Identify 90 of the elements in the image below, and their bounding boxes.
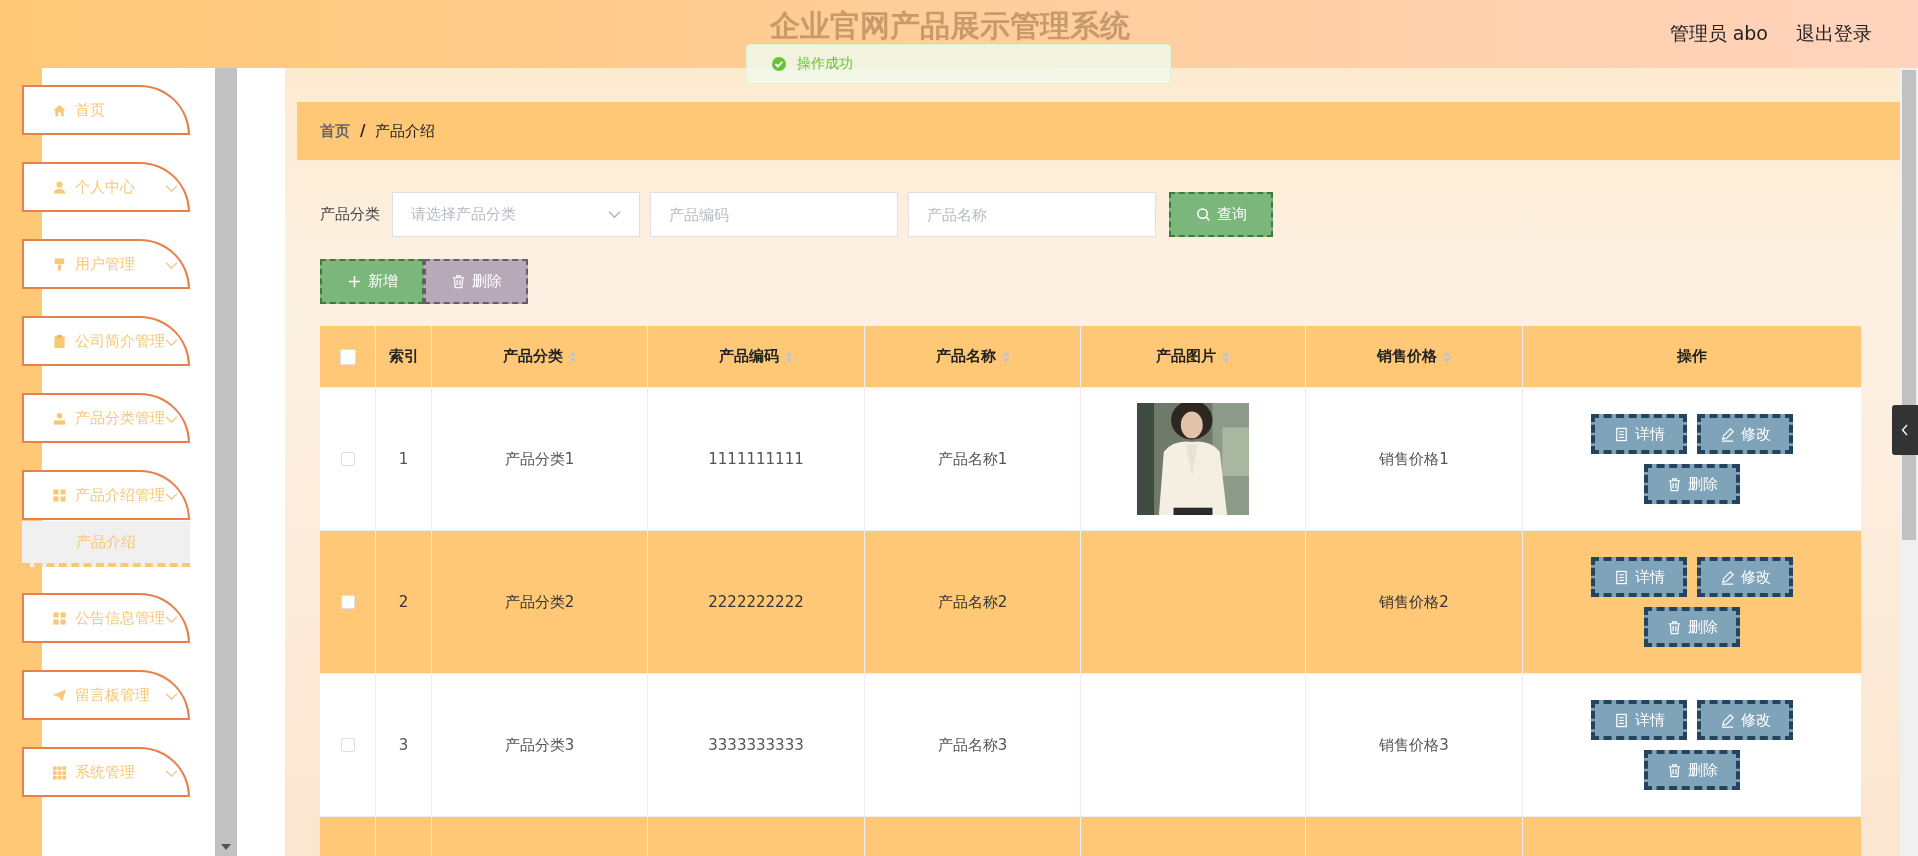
table-cell: 销售价格2 <box>1379 592 1449 612</box>
code-field[interactable]: 产品编码 <box>650 192 898 237</box>
trash-icon <box>1666 619 1682 635</box>
user-icon <box>52 179 67 195</box>
breadcrumb-separator: / <box>360 122 366 140</box>
menu-item[interactable]: 产品分类管理 <box>22 393 190 443</box>
menu-item[interactable]: 公告信息管理 <box>22 593 190 643</box>
trash-icon <box>1666 762 1682 778</box>
sort-icon[interactable] <box>1443 350 1451 363</box>
category-select[interactable]: 请选择产品分类 <box>392 192 640 237</box>
table-cell: 产品分类3 <box>504 735 575 755</box>
menu-item[interactable]: 系统管理 <box>22 747 190 797</box>
menu-item[interactable]: 用户管理 <box>22 239 190 289</box>
column-header: 操作 <box>1677 347 1707 366</box>
sort-icon[interactable] <box>568 350 577 363</box>
column-header: 产品编码 <box>719 347 779 366</box>
toast-message: 操作成功 <box>797 55 853 73</box>
filter-label: 产品分类 <box>320 205 380 224</box>
grid-icon <box>52 610 67 626</box>
table-cell: 产品分类1 <box>504 449 575 469</box>
column-header: 产品图片 <box>1156 347 1216 366</box>
plus-icon <box>346 274 362 289</box>
column-header: 销售价格 <box>1377 347 1437 366</box>
person-icon <box>52 410 67 426</box>
clipboard-icon <box>52 333 67 349</box>
home-icon <box>52 102 67 118</box>
breadcrumb-link[interactable]: 首页 <box>320 121 350 141</box>
delete-button[interactable]: 删除 <box>1644 464 1740 504</box>
scroll-down-icon[interactable] <box>221 844 231 850</box>
pencil-icon <box>1719 569 1735 585</box>
table-cell: 产品名称1 <box>937 449 1008 469</box>
chevron-left-icon <box>1901 424 1909 436</box>
table-cell: 3333333333 <box>708 736 804 754</box>
document-icon <box>1613 569 1629 585</box>
table-cell: 产品名称3 <box>937 735 1008 755</box>
menu-item[interactable]: 留言板管理 <box>22 670 190 720</box>
scrollbar[interactable] <box>215 68 237 856</box>
pencil-icon <box>1719 712 1735 728</box>
details-button[interactable]: 详情 <box>1591 700 1687 740</box>
table-cell: 销售价格1 <box>1379 449 1449 469</box>
menu-item[interactable]: 个人中心 <box>22 162 190 212</box>
name-field[interactable]: 产品名称 <box>908 192 1156 237</box>
row-checkbox[interactable] <box>340 452 355 466</box>
row-checkbox[interactable] <box>340 595 355 609</box>
edit-button[interactable]: 修改 <box>1697 414 1793 454</box>
breadcrumb-link[interactable]: 产品介绍 <box>375 121 436 141</box>
document-icon <box>1613 712 1629 728</box>
table-cell: 2 <box>398 593 409 611</box>
table-cell: 1 <box>398 450 409 468</box>
table-cell: 2222222222 <box>708 593 804 611</box>
details-button[interactable]: 详情 <box>1591 414 1687 454</box>
menu-item[interactable]: 产品介绍管理 <box>22 470 190 520</box>
submenu-item[interactable]: 产品介绍 <box>22 521 190 567</box>
table-cell: 1111111111 <box>708 450 804 468</box>
delete-button[interactable]: 删除 <box>1644 607 1740 647</box>
details-button[interactable]: 详情 <box>1591 557 1687 597</box>
grid-icon <box>52 764 67 780</box>
menu-item[interactable]: 公司简介管理 <box>22 316 190 366</box>
grid-icon <box>52 487 67 503</box>
trash-icon <box>1666 476 1682 492</box>
edit-button[interactable]: 修改 <box>1697 700 1793 740</box>
check-circle-icon <box>771 56 787 72</box>
table-cell: 产品名称2 <box>937 592 1008 612</box>
menu-item[interactable]: 首页 <box>22 85 190 135</box>
user-name: 管理员 abo <box>1669 21 1768 46</box>
sort-icon[interactable] <box>1001 350 1010 363</box>
select-all-checkbox[interactable] <box>339 348 356 365</box>
document-icon <box>1613 426 1629 442</box>
add-button[interactable]: 新增 <box>320 259 424 304</box>
sort-icon[interactable] <box>1222 350 1230 363</box>
sort-icon[interactable] <box>785 350 793 363</box>
column-header: 产品名称 <box>935 347 996 366</box>
table-cell: 产品分类2 <box>504 592 575 612</box>
brush-icon <box>52 256 67 272</box>
trash-icon <box>450 274 466 289</box>
logout-link[interactable]: 退出登录 <box>1796 21 1872 47</box>
edit-button[interactable]: 修改 <box>1697 557 1793 597</box>
chevron-down-icon <box>608 210 621 219</box>
send-icon <box>52 687 67 703</box>
column-header: 索引 <box>388 347 419 366</box>
table-cell: 销售价格3 <box>1379 735 1449 755</box>
column-header: 产品分类 <box>502 347 563 366</box>
table-cell: 3 <box>398 736 409 754</box>
pencil-icon <box>1719 426 1735 442</box>
search-icon <box>1195 207 1211 222</box>
delete-button[interactable]: 删除 <box>424 259 528 304</box>
search-button[interactable]: 查询 <box>1169 192 1273 237</box>
row-checkbox[interactable] <box>340 738 355 752</box>
collapse-handle[interactable] <box>1892 405 1918 455</box>
delete-button[interactable]: 删除 <box>1644 750 1740 790</box>
